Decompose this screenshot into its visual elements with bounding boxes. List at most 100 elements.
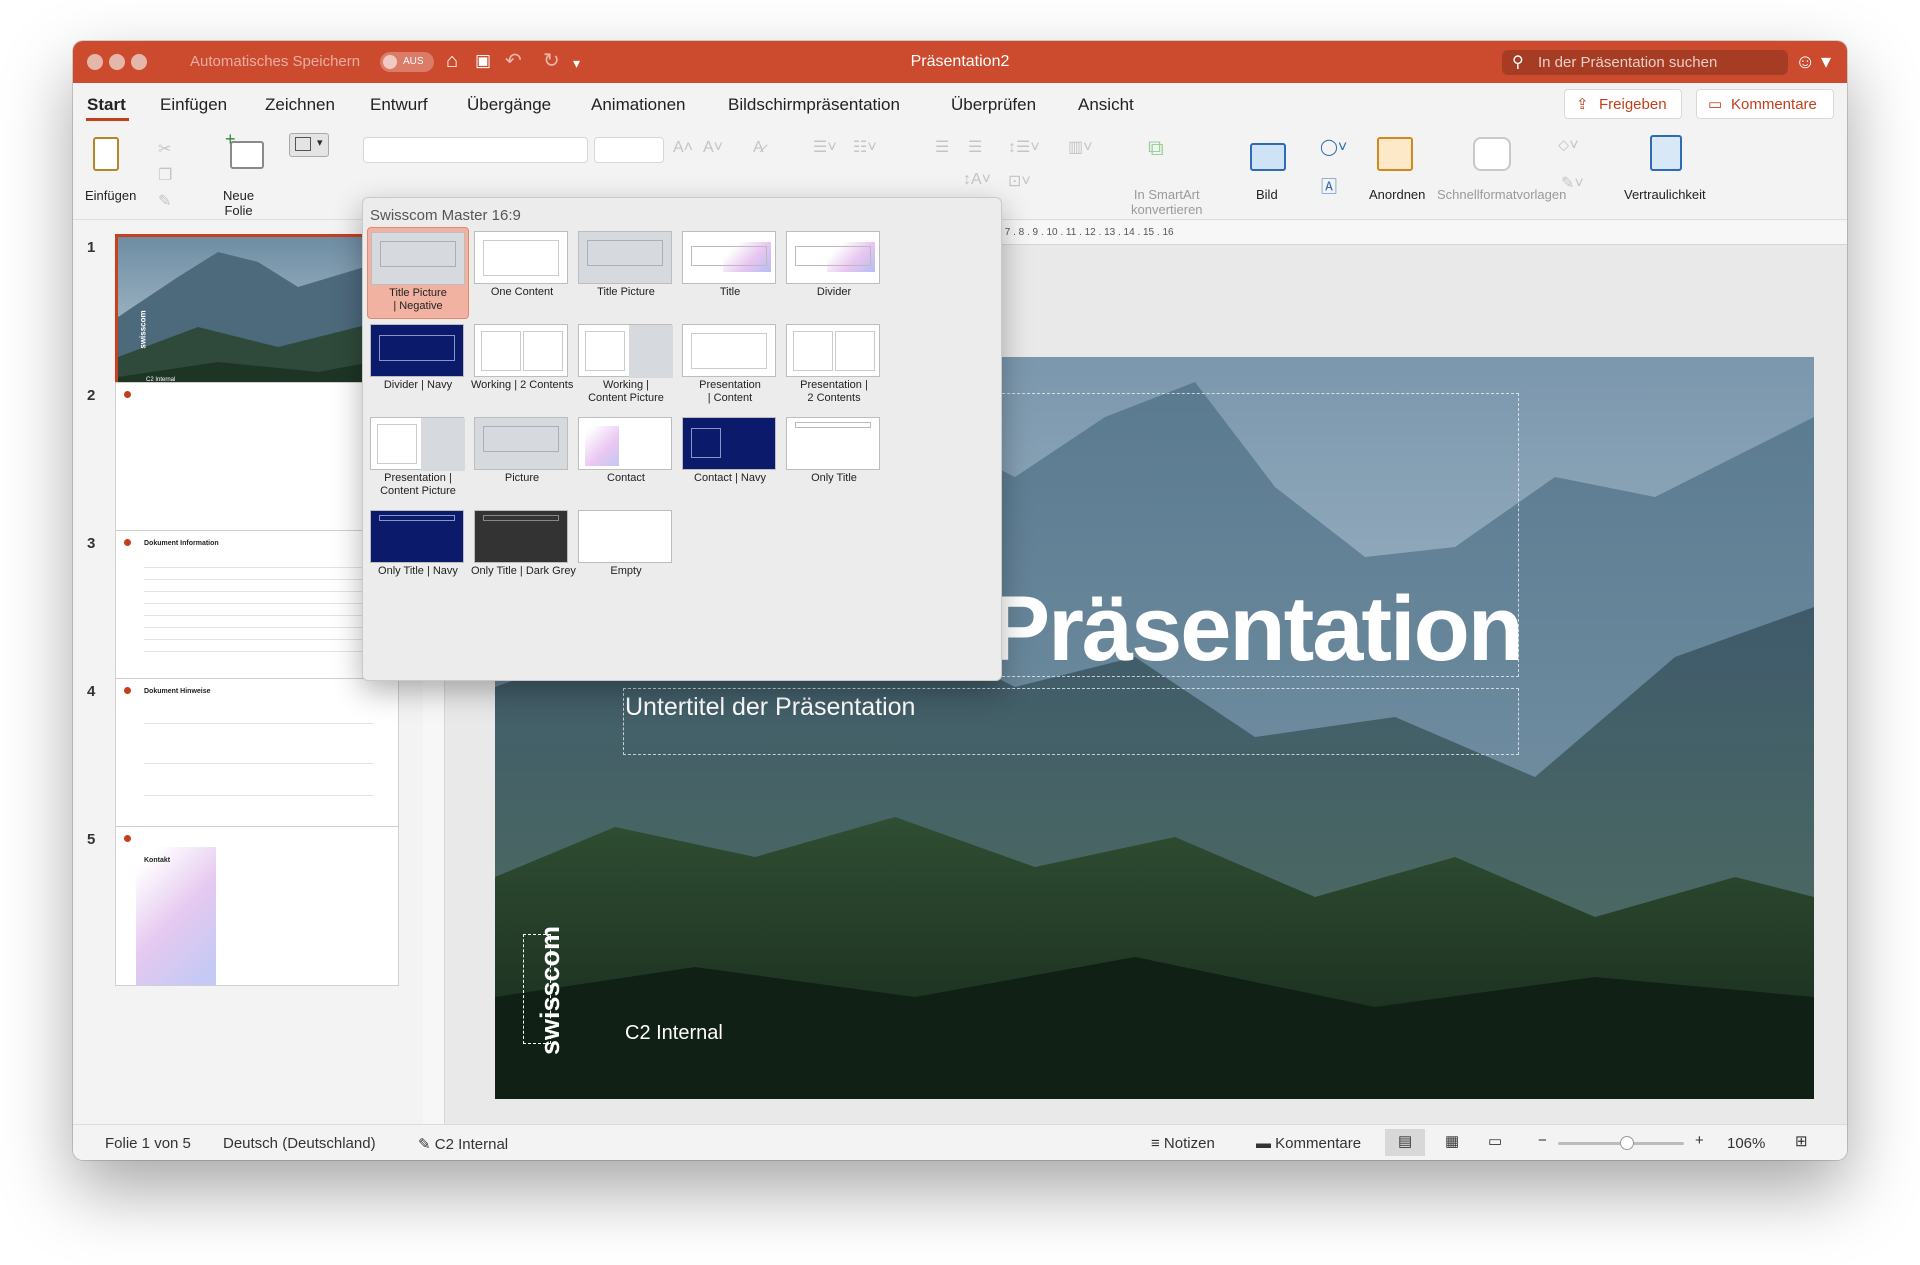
smartart-label: In SmartArt konvertieren bbox=[1131, 187, 1203, 217]
presentation-view-icon[interactable]: ▭ bbox=[1488, 1132, 1502, 1150]
slide-sorter-icon[interactable]: ▦ bbox=[1445, 1132, 1459, 1150]
smartart-icon[interactable]: ⧉ bbox=[1148, 135, 1164, 161]
notes-icon: ≡ bbox=[1151, 1135, 1164, 1152]
paste-icon[interactable] bbox=[93, 137, 119, 171]
notes-button[interactable]: ≡ Notizen bbox=[1151, 1135, 1215, 1152]
tab-ueberpruefen[interactable]: Überprüfen bbox=[951, 95, 1036, 115]
columns-icon[interactable]: ▥˅ bbox=[1068, 137, 1092, 157]
layout-button[interactable]: ▾ bbox=[289, 133, 329, 157]
layout-option[interactable]: Only Title | Navy bbox=[367, 506, 469, 598]
arrange-label: Anordnen bbox=[1369, 187, 1426, 202]
layout-option[interactable]: Working | Content Picture bbox=[575, 320, 677, 412]
layout-option-label: Only Title | Navy bbox=[378, 565, 458, 577]
language-indicator[interactable]: Deutsch (Deutschland) bbox=[223, 1135, 376, 1152]
format-painter-icon[interactable]: ✎ bbox=[158, 191, 171, 211]
layout-preview bbox=[786, 324, 880, 377]
line-spacing-icon[interactable]: ↕☰˅ bbox=[1008, 137, 1040, 157]
cut-icon[interactable]: ✂ bbox=[158, 139, 171, 159]
numbering-icon[interactable]: ☷˅ bbox=[853, 137, 877, 157]
layout-option[interactable]: Contact bbox=[575, 413, 677, 505]
layout-option[interactable]: Divider bbox=[783, 227, 885, 319]
layout-option[interactable]: Picture bbox=[471, 413, 573, 505]
layout-option[interactable]: Only Title | Dark Grey bbox=[471, 506, 576, 598]
tab-uebergaenge[interactable]: Übergänge bbox=[467, 95, 551, 115]
logo-mark-icon bbox=[124, 539, 131, 546]
arrange-icon[interactable] bbox=[1377, 137, 1413, 171]
layout-option[interactable]: Divider | Navy bbox=[367, 320, 469, 412]
tab-ansicht[interactable]: Ansicht bbox=[1078, 95, 1134, 115]
search-field[interactable]: ⚲ In der Präsentation suchen bbox=[1502, 50, 1788, 75]
layout-option[interactable]: One Content bbox=[471, 227, 573, 319]
layout-option[interactable]: Presentation | Content bbox=[679, 320, 781, 412]
shrink-font-icon[interactable]: A˅ bbox=[703, 139, 723, 157]
zoom-level[interactable]: 106% bbox=[1727, 1135, 1765, 1152]
comments-status-button[interactable]: ▬ Kommentare bbox=[1256, 1135, 1361, 1152]
layout-option-label: Title Picture bbox=[597, 286, 655, 298]
slide-thumbnail-3[interactable]: Dokument Information bbox=[115, 530, 399, 690]
bullets-icon[interactable]: ☰˅ bbox=[813, 137, 837, 157]
fit-to-window-icon[interactable]: ⊞ bbox=[1795, 1132, 1808, 1150]
tab-animationen[interactable]: Animationen bbox=[591, 95, 686, 115]
zoom-slider[interactable] bbox=[1558, 1136, 1684, 1150]
slide-thumbnail-5[interactable]: Kontakt bbox=[115, 826, 399, 986]
sensitivity-icon[interactable] bbox=[1650, 135, 1682, 171]
swisscom-logo[interactable]: swisscom bbox=[523, 926, 565, 1055]
grow-font-icon[interactable]: A˄ bbox=[673, 139, 693, 157]
status-bar: Folie 1 von 5 Deutsch (Deutschland) ✎ C2… bbox=[73, 1124, 1847, 1160]
layout-option-label: Contact | Navy bbox=[694, 472, 766, 484]
layout-option[interactable]: Title Picture | Negative bbox=[367, 227, 469, 319]
layout-option[interactable]: Empty bbox=[575, 506, 677, 598]
sensitivity-label: C2 Internal bbox=[434, 1136, 509, 1153]
textbox-icon[interactable]: 🄰 bbox=[1321, 173, 1337, 197]
tab-start[interactable]: Start bbox=[87, 95, 126, 115]
sensitivity-indicator[interactable]: ✎ C2 Internal bbox=[418, 1135, 508, 1153]
comments-label: Kommentare bbox=[1731, 96, 1817, 113]
layout-option[interactable]: Only Title bbox=[783, 413, 885, 505]
tab-einfuegen[interactable]: Einfügen bbox=[160, 95, 227, 115]
tab-zeichnen[interactable]: Zeichnen bbox=[265, 95, 335, 115]
align-text-icon[interactable]: ⊡˅ bbox=[1008, 171, 1031, 191]
layout-option[interactable]: Presentation | 2 Contents bbox=[783, 320, 885, 412]
thumb-brand: swisscom bbox=[138, 310, 148, 349]
zoom-out-icon[interactable]: − bbox=[1538, 1132, 1547, 1149]
notes-label: Notizen bbox=[1163, 1135, 1215, 1152]
layout-preview bbox=[786, 231, 880, 284]
layout-option[interactable]: Contact | Navy bbox=[679, 413, 781, 505]
text-direction-icon[interactable]: ↕A˅ bbox=[963, 171, 991, 189]
layout-option[interactable]: Presentation | Content Picture bbox=[367, 413, 469, 505]
picture-icon[interactable] bbox=[1250, 143, 1286, 171]
copy-icon[interactable]: ❐ bbox=[158, 165, 172, 185]
layout-option[interactable]: Title Picture bbox=[575, 227, 677, 319]
shape-outline-icon[interactable]: ✎˅ bbox=[1561, 173, 1584, 193]
share-label: Freigeben bbox=[1599, 96, 1667, 113]
decrease-indent-icon[interactable]: ☰ bbox=[935, 137, 949, 157]
increase-indent-icon[interactable]: ☰ bbox=[968, 137, 982, 157]
layout-preview bbox=[786, 417, 880, 470]
shape-fill-icon[interactable]: ⬦˅ bbox=[1558, 137, 1579, 155]
share-button[interactable]: ⇪ Freigeben bbox=[1564, 89, 1682, 119]
tab-bildschirmpraesentation[interactable]: Bildschirmpräsentation bbox=[728, 95, 900, 115]
brand-wordmark: swisscom bbox=[535, 925, 566, 1056]
feedback-smiley-icon[interactable]: ☺ ▾ bbox=[1795, 49, 1831, 74]
layout-option-label: Working | Content Picture bbox=[588, 379, 664, 404]
layout-option[interactable]: Working | 2 Contents bbox=[471, 320, 573, 412]
shapes-icon[interactable]: ◯˅ bbox=[1320, 137, 1347, 157]
layout-option[interactable]: Title bbox=[679, 227, 781, 319]
search-placeholder: In der Präsentation suchen bbox=[1538, 54, 1718, 71]
slide-classification: C2 Internal bbox=[625, 1022, 723, 1044]
zoom-slider-knob[interactable] bbox=[1619, 1136, 1634, 1150]
normal-view-icon: ▤ bbox=[1398, 1133, 1413, 1150]
font-size-combo[interactable] bbox=[594, 137, 664, 163]
slide-subtitle[interactable]: Untertitel der Präsentation bbox=[625, 693, 915, 722]
font-family-combo[interactable] bbox=[363, 137, 588, 163]
comments-button[interactable]: ▭ Kommentare bbox=[1696, 89, 1834, 119]
slide-thumbnail-4[interactable]: Dokument Hinweise bbox=[115, 678, 399, 838]
layout-gallery-dropdown: Swisscom Master 16:9 Title Picture | Neg… bbox=[362, 197, 1002, 681]
slide-thumbnail-2[interactable] bbox=[115, 382, 399, 542]
quick-styles-icon[interactable] bbox=[1473, 137, 1511, 171]
zoom-in-icon[interactable]: + bbox=[1695, 1132, 1704, 1149]
tab-entwurf[interactable]: Entwurf bbox=[370, 95, 428, 115]
clear-format-icon[interactable]: A̷ bbox=[753, 139, 764, 157]
confidentiality-label: Vertraulichkeit bbox=[1624, 187, 1706, 202]
slide-thumbnail-1[interactable]: swisscom C2 Internal bbox=[115, 234, 399, 394]
